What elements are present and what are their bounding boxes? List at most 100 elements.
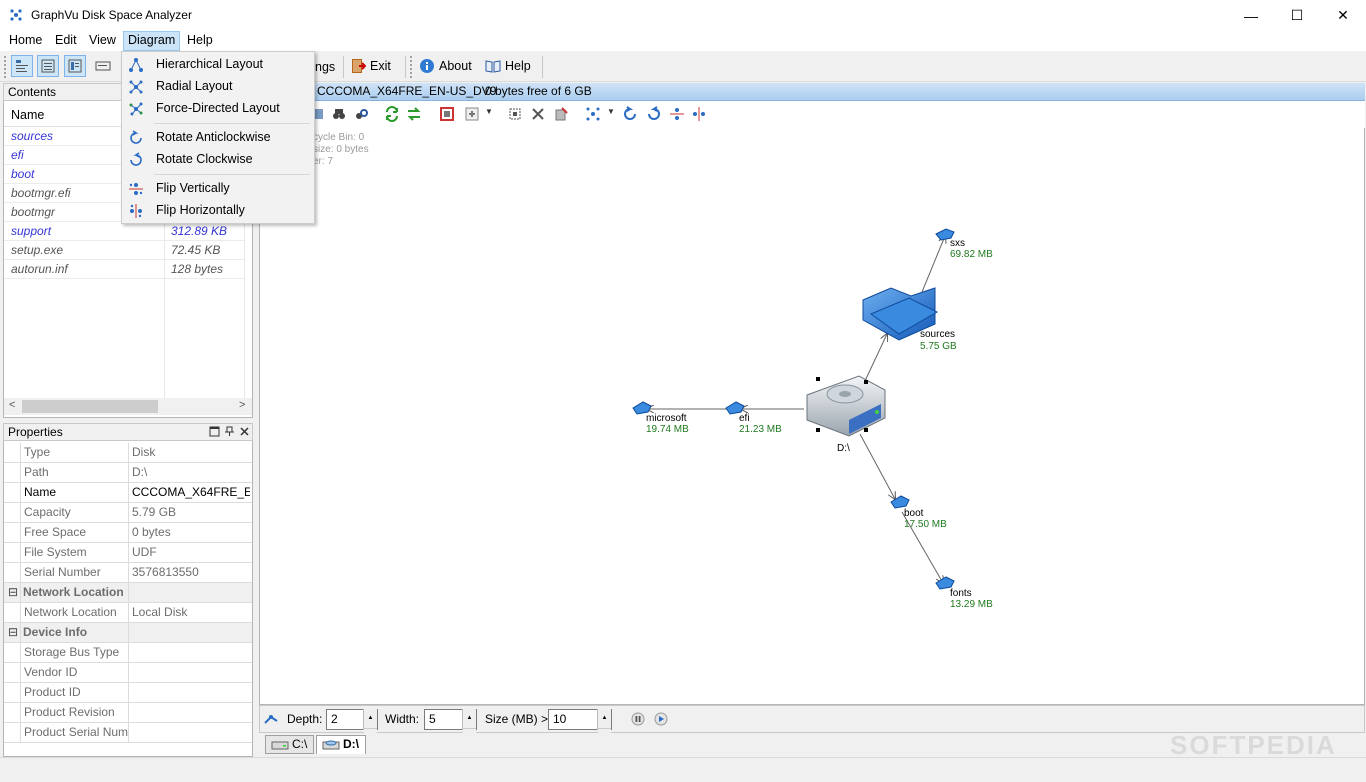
force-icon (129, 102, 143, 116)
menu-separator (154, 123, 310, 124)
scroll-left-icon[interactable]: < (9, 399, 15, 411)
node-size: 69.82 MB (950, 249, 993, 260)
exit-button[interactable]: Exit (350, 58, 391, 74)
flip-vertical-icon[interactable] (669, 106, 685, 122)
menu-flip-horizontally[interactable]: Flip Horizontally (122, 200, 314, 221)
tab-drive-c[interactable]: C:\ (265, 735, 315, 754)
layout-options-icon[interactable] (263, 711, 279, 727)
find-next-icon[interactable] (354, 107, 368, 121)
toolbar-separator (542, 56, 543, 78)
node-size: 13.29 MB (950, 599, 993, 610)
float-icon[interactable] (209, 426, 220, 437)
cd-drive-icon (322, 740, 340, 750)
zoom-icon[interactable] (464, 106, 480, 122)
layout-dropdown-icon[interactable]: ▼ (607, 107, 615, 116)
about-label: About (439, 59, 472, 73)
close-panel-icon[interactable] (239, 426, 250, 437)
recycle-icon[interactable] (553, 106, 569, 122)
play-icon[interactable] (654, 712, 668, 726)
drive-icon (271, 741, 289, 750)
scroll-thumb[interactable] (22, 400, 158, 413)
view-diagram-button[interactable] (11, 55, 33, 77)
width-input[interactable]: 5 ▲▼ (424, 709, 477, 749)
radial-icon (129, 80, 143, 94)
root-label: D:\ (837, 443, 850, 454)
view-details-button[interactable] (64, 55, 86, 77)
refresh-icon[interactable] (384, 106, 400, 122)
close-icon: ✕ (1337, 7, 1349, 23)
path-bar: CCCOMA_X64FRE_EN-US_DV9 0 bytes free of … (259, 83, 1365, 101)
node-label: microsoft (646, 413, 687, 424)
size-label: Size (MB) > (485, 712, 549, 726)
menu-radial-layout[interactable]: Radial Layout (122, 76, 314, 97)
flip-horizontal-icon (130, 204, 142, 218)
disk-graph: D:\ sources 5.75 GB sxs 69.82 MB efi 21.… (632, 228, 993, 610)
list-item[interactable]: support 312.89 KB (4, 222, 244, 241)
menu-force-directed-layout[interactable]: Force-Directed Layout (122, 98, 314, 119)
details-view-icon (68, 59, 82, 73)
list-view-icon (41, 59, 55, 73)
select-all-icon[interactable] (507, 106, 523, 122)
rotate-ccw-icon[interactable] (622, 106, 638, 122)
size-input[interactable]: 10 ▲▼ (548, 709, 612, 749)
flip-horizontal-icon[interactable] (691, 106, 707, 122)
title-bar: GraphVu Disk Space Analyzer — ☐ ✕ (0, 0, 1366, 31)
toolbar-grip (410, 56, 414, 78)
radial-layout-icon[interactable] (585, 106, 601, 122)
edge-root-sources (864, 334, 887, 382)
fit-window-icon[interactable] (439, 106, 455, 122)
depth-input[interactable]: 2 ▲▼ (326, 709, 378, 749)
deselect-icon[interactable] (530, 106, 546, 122)
view-list-button[interactable] (37, 55, 59, 77)
menu-edit[interactable]: Edit (51, 31, 81, 51)
menu-separator (154, 174, 310, 175)
free-space: 0 bytes free of 6 GB (485, 84, 592, 98)
scroll-right-icon[interactable]: > (239, 399, 245, 411)
flip-vertical-icon (129, 183, 143, 195)
collapse-icon[interactable]: ⊟ (8, 623, 18, 642)
volume-name: CCCOMA_X64FRE_EN-US_DV9 (317, 84, 497, 98)
menu-view[interactable]: View (85, 31, 120, 51)
binoculars-icon[interactable] (332, 107, 346, 121)
rotate-cw-icon[interactable] (646, 106, 662, 122)
toolbar-separator (405, 56, 406, 78)
size-stepper[interactable]: ▲▼ (597, 709, 611, 749)
hierarchy-icon (129, 58, 143, 72)
list-item[interactable]: autorun.inf 128 bytes (4, 260, 244, 279)
pin-icon[interactable] (224, 426, 235, 437)
menu-home[interactable]: Home (5, 31, 46, 51)
view-properties-button[interactable] (92, 55, 114, 77)
menu-help[interactable]: Help (183, 31, 217, 51)
minimize-icon: — (1244, 7, 1258, 24)
maximize-button[interactable]: ☐ (1274, 0, 1320, 31)
node-label: sources (920, 329, 955, 340)
diagram-toolbar: ▼ ▼ (259, 101, 1365, 128)
close-button[interactable]: ✕ (1320, 0, 1366, 31)
properties-panel: Properties Type Disk Path D:\ Name CCCOMA_X… (3, 423, 253, 757)
zoom-dropdown-icon[interactable]: ▼ (485, 107, 493, 116)
disk-drive-icon[interactable] (806, 375, 886, 437)
sync-icon[interactable] (406, 106, 422, 122)
horizontal-scrollbar[interactable]: < > (4, 398, 252, 415)
folder-boot-icon[interactable] (890, 495, 910, 509)
settings-label[interactable]: ngs (315, 60, 335, 74)
tab-drive-d[interactable]: D:\ (316, 735, 366, 754)
menu-rotate-anticlockwise[interactable]: Rotate Anticlockwise (122, 127, 314, 148)
help-book-icon (485, 60, 501, 73)
exit-icon (352, 59, 366, 73)
width-stepper[interactable]: ▲▼ (462, 709, 476, 749)
menu-rotate-clockwise[interactable]: Rotate Clockwise (122, 149, 314, 170)
list-item[interactable]: setup.exe 72.45 KB (4, 241, 244, 260)
depth-label: Depth: (287, 712, 323, 726)
collapse-icon[interactable]: ⊟ (8, 583, 18, 602)
node-size: 19.74 MB (646, 424, 689, 435)
depth-stepper[interactable]: ▲▼ (363, 709, 377, 749)
about-button[interactable]: About (419, 58, 472, 74)
minimize-button[interactable]: — (1228, 0, 1274, 31)
menu-flip-vertically[interactable]: Flip Vertically (122, 178, 314, 199)
node-label: boot (904, 508, 924, 519)
help-button[interactable]: Help (485, 58, 531, 74)
menu-diagram[interactable]: Diagram (123, 31, 181, 51)
menu-hierarchical-layout[interactable]: Hierarchical Layout (122, 54, 314, 75)
pause-icon[interactable] (631, 712, 645, 726)
